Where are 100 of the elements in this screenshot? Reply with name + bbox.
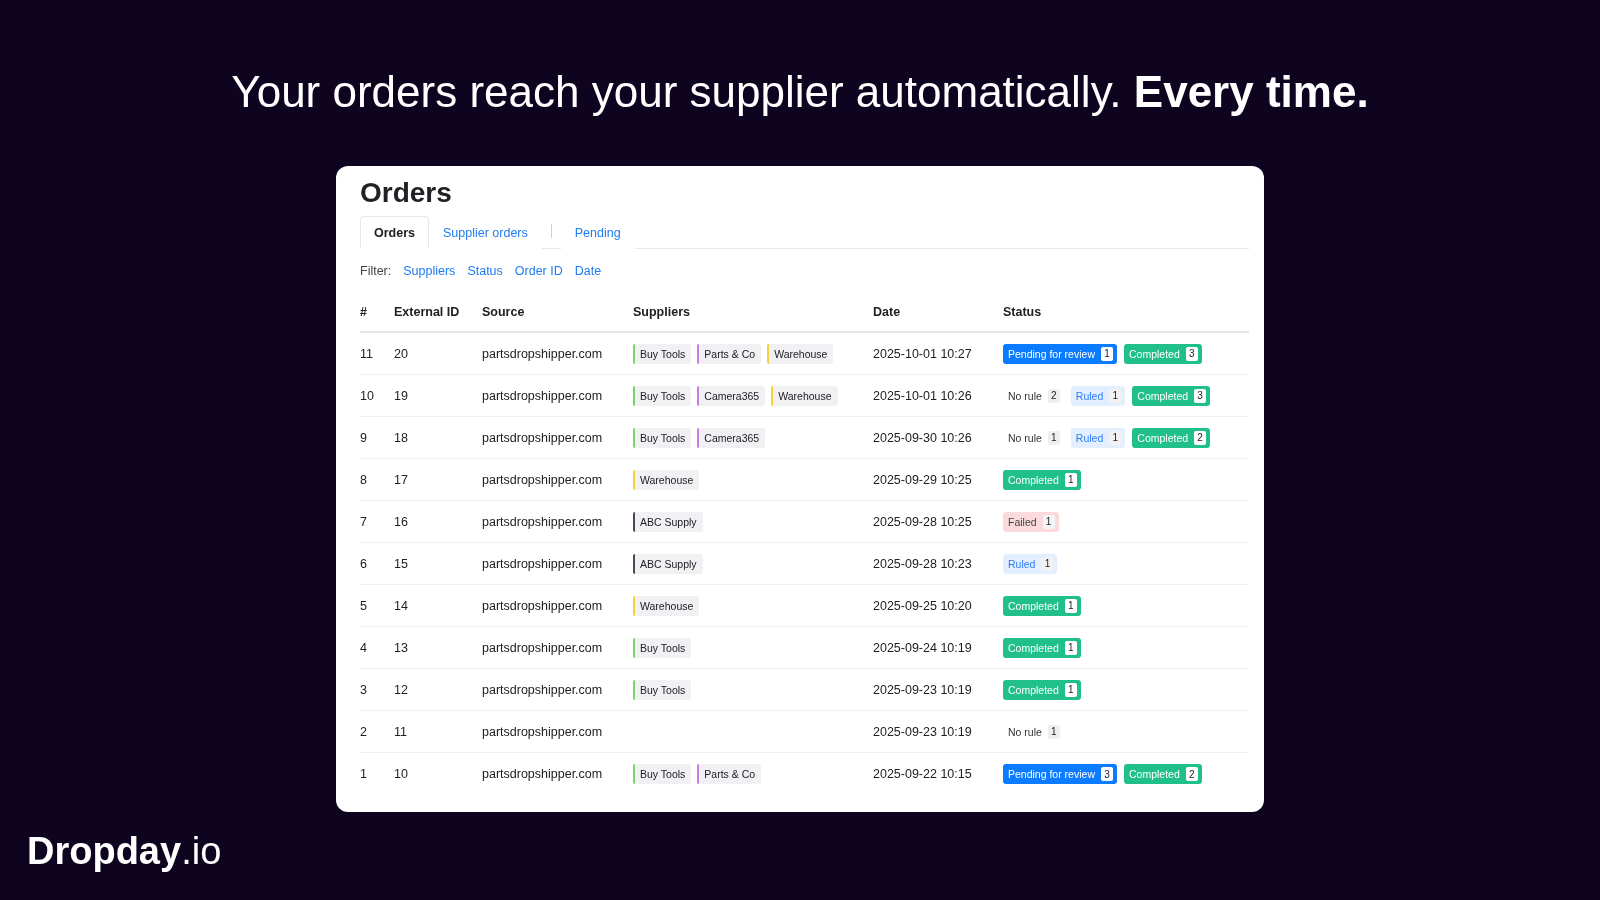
status-label: Completed	[1137, 389, 1189, 402]
status-count: 3	[1194, 388, 1207, 403]
supplier-name: Warehouse	[773, 346, 829, 362]
order-date: 2025-10-01 10:27	[873, 346, 972, 361]
status-count: 3	[1100, 767, 1113, 781]
status-label: Ruled	[1075, 431, 1104, 444]
supplier-name: Buy Tools	[639, 346, 687, 362]
row-number: 11	[360, 346, 373, 361]
row-number: 2	[360, 724, 367, 739]
status-count: 2	[1185, 767, 1198, 781]
filter-label: Filter:	[360, 263, 392, 279]
supplier-name: Parts & Co	[703, 346, 757, 362]
status-label: Ruled	[1008, 557, 1036, 570]
supplier-name: Buy Tools	[639, 640, 687, 656]
row-number: 3	[360, 682, 367, 697]
order-source: partsdropshipper.com	[482, 514, 603, 529]
order-source: partsdropshipper.com	[482, 598, 603, 613]
status-label: Completed	[1137, 431, 1189, 444]
supplier-name: Warehouse	[777, 388, 833, 404]
row-number: 9	[360, 430, 367, 445]
external-id: 13	[394, 640, 408, 655]
external-id: 18	[394, 430, 408, 445]
order-date: 2025-09-22 10:15	[873, 767, 972, 781]
external-id: 15	[394, 556, 408, 571]
order-date: 2025-09-28 10:25	[873, 514, 972, 529]
order-source: partsdropshipper.com	[482, 472, 603, 487]
status-label: No rule	[1008, 431, 1042, 444]
headline: Your orders reach your supplier automatically. Every time.	[231, 66, 1369, 118]
column-header: Date	[873, 304, 901, 319]
tab[interactable]: Orders	[360, 216, 429, 249]
status-count: 1	[1064, 640, 1077, 655]
order-source: partsdropshipper.com	[482, 640, 603, 655]
order-date: 2025-09-30 10:26	[873, 430, 972, 445]
status-label: Completed	[1128, 768, 1180, 780]
order-source: partsdropshipper.com	[482, 388, 603, 403]
status-label: Completed	[1008, 473, 1059, 486]
row-number: 6	[360, 556, 367, 571]
supplier-name: Warehouse	[639, 472, 695, 488]
filter-link[interactable]: Order ID	[514, 263, 563, 279]
supplier-name: Camera365	[703, 430, 761, 446]
order-source: partsdropshipper.com	[482, 682, 603, 697]
supplier-name: ABC Supply	[639, 556, 698, 572]
column-header: External ID	[394, 304, 460, 319]
column-header: Suppliers	[633, 304, 690, 319]
status-count: 1	[1064, 472, 1077, 487]
status-count: 1	[1041, 556, 1054, 571]
page-title: Orders	[360, 176, 452, 210]
status-count: 1	[1047, 724, 1060, 739]
status-label: Ruled	[1075, 389, 1104, 402]
row-number: 1	[360, 767, 367, 781]
column-header: #	[360, 304, 367, 319]
row-number: 5	[360, 598, 367, 613]
external-id: 17	[394, 472, 408, 487]
status-label: Completed	[1008, 641, 1059, 654]
supplier-name: Parts & Co	[703, 767, 757, 782]
status-count: 1	[1109, 430, 1122, 445]
brand-logo: Dropday.io	[27, 829, 222, 874]
column-header: Source	[482, 304, 525, 319]
external-id: 16	[394, 514, 408, 529]
order-source: partsdropshipper.com	[482, 767, 603, 781]
supplier-name: Buy Tools	[639, 430, 687, 446]
status-count: 2	[1047, 388, 1060, 403]
order-date: 2025-09-29 10:25	[873, 472, 972, 487]
filter-link[interactable]: Date	[574, 263, 602, 279]
row-number: 4	[360, 640, 367, 655]
row-number: 10	[360, 388, 374, 403]
filter-link[interactable]: Suppliers	[403, 263, 456, 279]
order-date: 2025-09-24 10:19	[873, 640, 972, 655]
status-count: 3	[1185, 346, 1198, 361]
status-label: Failed	[1008, 515, 1037, 528]
external-id: 12	[394, 682, 408, 697]
supplier-name: Buy Tools	[639, 388, 687, 404]
order-date: 2025-09-28 10:23	[873, 556, 972, 571]
status-count: 1	[1042, 514, 1055, 529]
order-source: partsdropshipper.com	[482, 724, 603, 739]
status-count: 1	[1064, 598, 1077, 613]
status-label: Completed	[1008, 599, 1059, 612]
row-number: 7	[360, 514, 367, 529]
status-count: 1	[1047, 430, 1060, 445]
status-count: 1	[1100, 346, 1113, 361]
order-source: partsdropshipper.com	[482, 346, 603, 361]
order-date: 2025-09-23 10:19	[873, 682, 972, 697]
row-number: 8	[360, 472, 367, 487]
supplier-name: Warehouse	[639, 598, 695, 614]
order-date: 2025-09-25 10:20	[873, 598, 972, 613]
external-id: 10	[394, 767, 408, 781]
external-id: 20	[394, 346, 408, 361]
filter-link[interactable]: Status	[467, 263, 503, 279]
supplier-name: Buy Tools	[639, 767, 687, 782]
status-label: No rule	[1008, 725, 1042, 738]
status-count: 1	[1064, 682, 1077, 697]
external-id: 14	[394, 598, 408, 613]
order-source: partsdropshipper.com	[482, 430, 603, 445]
status-label: Pending for review	[1008, 768, 1095, 780]
external-id: 19	[394, 388, 408, 403]
order-source: partsdropshipper.com	[482, 556, 603, 571]
status-label: No rule	[1008, 389, 1042, 402]
supplier-name: Buy Tools	[639, 682, 687, 698]
order-date: 2025-10-01 10:26	[873, 388, 972, 403]
supplier-name: Camera365	[703, 388, 761, 404]
